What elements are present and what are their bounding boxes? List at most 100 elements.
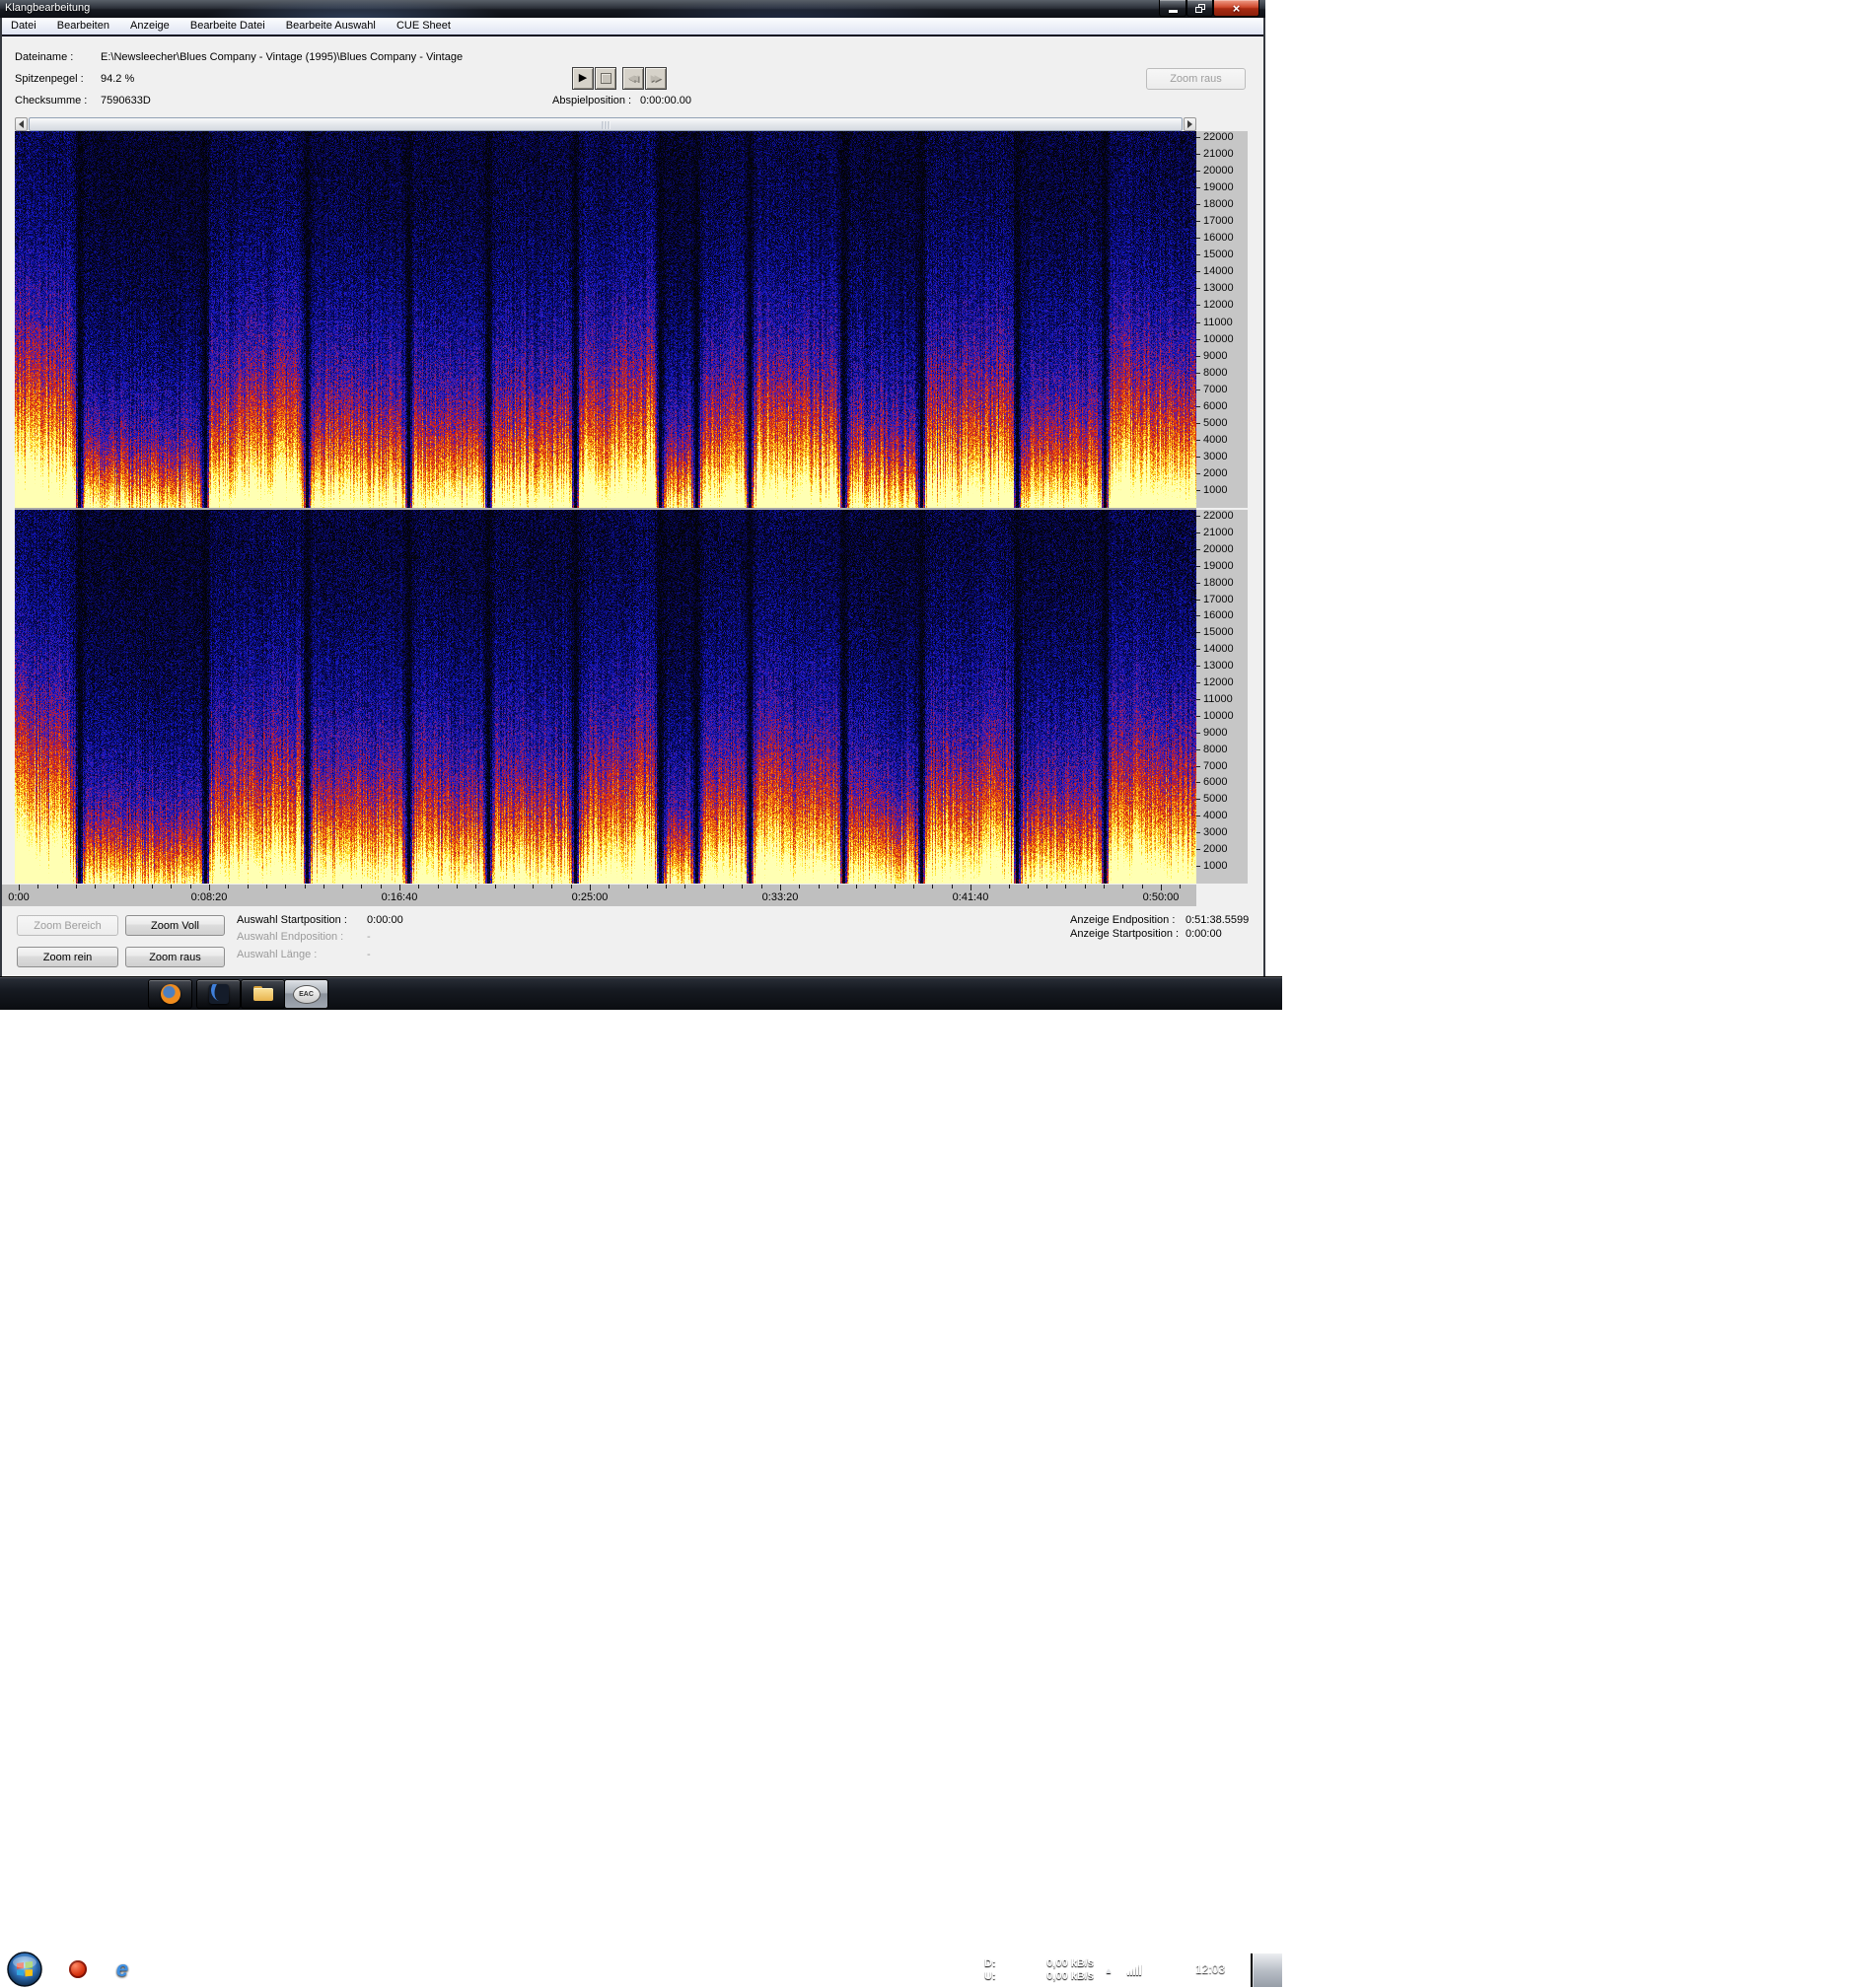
scroll-right-button[interactable] bbox=[1184, 117, 1196, 131]
maximize-button[interactable] bbox=[1186, 0, 1213, 17]
time-minor-tick bbox=[799, 885, 800, 888]
internet-explorer-icon[interactable]: e bbox=[110, 1956, 134, 1982]
volume-icon[interactable] bbox=[1150, 1963, 1161, 1974]
time-minor-tick bbox=[514, 885, 515, 888]
frequency-tick-label: 11000 bbox=[1196, 318, 1233, 328]
frequency-tick-label: 1000 bbox=[1196, 485, 1227, 496]
taskbar-app-firefox[interactable] bbox=[148, 979, 192, 1009]
frequency-tick-label: 1000 bbox=[1196, 861, 1227, 872]
time-minor-tick bbox=[1028, 885, 1029, 888]
time-minor-tick bbox=[609, 885, 610, 888]
close-button[interactable]: × bbox=[1213, 0, 1259, 17]
zoom-rein-button[interactable]: Zoom rein bbox=[17, 947, 118, 967]
time-major-tick bbox=[1161, 885, 1162, 890]
frequency-tick-label: 7000 bbox=[1196, 761, 1227, 772]
time-minor-tick bbox=[305, 885, 306, 888]
download-rate-label: D: bbox=[984, 1956, 996, 1969]
scroll-left-button[interactable] bbox=[15, 117, 28, 131]
show-desktop-button[interactable] bbox=[1251, 1953, 1282, 1987]
network-signal-icon[interactable] bbox=[1127, 1962, 1147, 1975]
time-minor-tick bbox=[742, 885, 743, 888]
time-minor-tick bbox=[723, 885, 724, 888]
time-minor-tick bbox=[1065, 885, 1066, 888]
frequency-tick-label: 9000 bbox=[1196, 351, 1227, 362]
frequency-tick-label: 14000 bbox=[1196, 644, 1234, 655]
selection-end-label: Auswahl Endposition : bbox=[237, 931, 344, 943]
frequency-tick-label: 13000 bbox=[1196, 283, 1234, 294]
start-button[interactable] bbox=[6, 1951, 43, 1988]
time-minor-tick bbox=[248, 885, 249, 888]
spectrogram-channel-right[interactable] bbox=[15, 510, 1196, 884]
taskbar-app-explorer[interactable] bbox=[241, 979, 285, 1009]
time-minor-tick bbox=[989, 885, 990, 888]
taskbar-app-eac[interactable]: EAC bbox=[284, 979, 328, 1009]
minimize-button[interactable] bbox=[1159, 0, 1186, 17]
frequency-tick-label: 3000 bbox=[1196, 827, 1227, 838]
frequency-tick-label: 18000 bbox=[1196, 578, 1234, 589]
title-bar[interactable]: Klangbearbeitung × bbox=[0, 0, 1265, 19]
taskbar: e EAC D: 0,00 kB/s U: 0,00 kB/s ▲ 12:03 bbox=[0, 976, 1282, 1987]
close-icon: × bbox=[1232, 0, 1241, 16]
menu-item-bearbeite-auswahl[interactable]: Bearbeite Auswahl bbox=[277, 18, 385, 35]
restore-icon bbox=[1194, 3, 1205, 13]
stop-button[interactable] bbox=[595, 67, 616, 90]
view-start-label: Anzeige Startposition : bbox=[1070, 928, 1180, 940]
download-manager-icon[interactable] bbox=[69, 1960, 87, 1978]
play-button[interactable]: ▶ bbox=[572, 67, 594, 90]
minimize-icon bbox=[1168, 9, 1178, 13]
clock[interactable]: 12:03 bbox=[1186, 1962, 1234, 1976]
menu-item-bearbeiten[interactable]: Bearbeiten bbox=[48, 18, 118, 35]
rewind-button[interactable]: ◀◀ bbox=[622, 67, 644, 90]
view-start-value: 0:00:00 bbox=[1185, 928, 1222, 940]
menu-item-datei[interactable]: Datei bbox=[2, 18, 45, 35]
zoom-raus-button[interactable]: Zoom raus bbox=[125, 947, 225, 967]
forward-button[interactable]: ▶▶ bbox=[645, 67, 667, 90]
menu-item-anzeige[interactable]: Anzeige bbox=[121, 18, 179, 35]
frequency-tick-label: 17000 bbox=[1196, 216, 1234, 227]
time-tick-label: 0:00 bbox=[8, 891, 30, 903]
frequency-tick-label: 21000 bbox=[1196, 528, 1234, 538]
frequency-tick-label: 6000 bbox=[1196, 401, 1227, 412]
time-tick-label: 0:08:20 bbox=[190, 891, 228, 903]
zoom-out-top-button[interactable]: Zoom raus bbox=[1146, 68, 1246, 90]
frequency-tick-label: 12000 bbox=[1196, 677, 1234, 688]
frequency-tick-label: 14000 bbox=[1196, 266, 1234, 277]
frequency-tick-label: 16000 bbox=[1196, 233, 1234, 244]
scrollbar-thumb[interactable] bbox=[29, 117, 1183, 131]
frequency-tick-label: 5000 bbox=[1196, 794, 1227, 805]
spectrogram-channel-left[interactable] bbox=[15, 131, 1196, 508]
frequency-tick-label: 21000 bbox=[1196, 149, 1234, 160]
frequency-tick-label: 19000 bbox=[1196, 561, 1234, 572]
view-end-label: Anzeige Endposition : bbox=[1070, 914, 1176, 926]
filename-value: E:\Newsleecher\Blues Company - Vintage (… bbox=[101, 51, 464, 63]
time-minor-tick bbox=[761, 885, 762, 888]
frequency-tick-label: 2000 bbox=[1196, 468, 1227, 479]
time-minor-tick bbox=[856, 885, 857, 888]
time-minor-tick bbox=[95, 885, 96, 888]
time-axis: 0:00 0:08:20 0:16:40 0:25:00 0:33:20 0:41:40 0… bbox=[2, 885, 1196, 906]
view-end-value: 0:51:38.5599 bbox=[1185, 914, 1250, 926]
time-minor-tick bbox=[475, 885, 476, 888]
horizontal-scrollbar[interactable] bbox=[15, 117, 1196, 131]
time-minor-tick bbox=[438, 885, 439, 888]
time-minor-tick bbox=[228, 885, 229, 888]
zoom-voll-button[interactable]: Zoom Voll bbox=[125, 915, 225, 936]
network-traffic-tray[interactable]: D: 0,00 kB/s U: 0,00 kB/s bbox=[979, 1954, 1099, 1985]
time-minor-tick bbox=[1104, 885, 1105, 888]
time-major-tick bbox=[399, 885, 400, 890]
volume-wave-icon bbox=[1163, 1963, 1172, 1978]
time-tick-label: 0:33:20 bbox=[761, 891, 799, 903]
menu-item-bearbeite-datei[interactable]: Bearbeite Datei bbox=[181, 18, 274, 35]
time-minor-tick bbox=[190, 885, 191, 888]
time-tick-label: 0:16:40 bbox=[381, 891, 418, 903]
time-minor-tick bbox=[113, 885, 114, 888]
time-minor-tick bbox=[1009, 885, 1010, 888]
menu-item-cue-sheet[interactable]: CUE Sheet bbox=[388, 18, 460, 35]
time-minor-tick bbox=[418, 885, 419, 888]
upload-rate-value: 0,00 kB/s bbox=[1046, 1969, 1094, 1982]
zoom-bereich-button[interactable]: Zoom Bereich bbox=[17, 915, 118, 936]
taskbar-app-graphics[interactable] bbox=[196, 979, 241, 1009]
show-hidden-icons-button[interactable]: ▲ bbox=[1105, 1966, 1113, 1975]
frequency-tick-label: 7000 bbox=[1196, 385, 1227, 395]
frequency-tick-label: 6000 bbox=[1196, 777, 1227, 788]
